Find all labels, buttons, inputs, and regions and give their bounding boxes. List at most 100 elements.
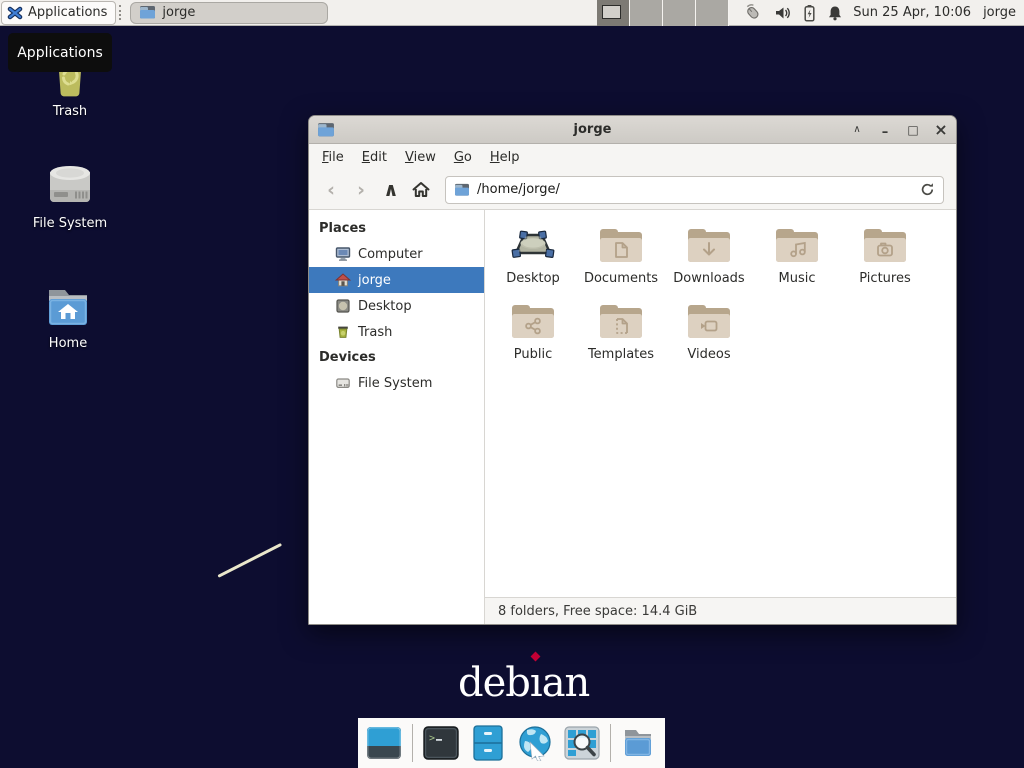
desktop-icon-label: File System: [15, 216, 125, 231]
sidebar-item-label: File System: [358, 376, 432, 391]
home-button[interactable]: [407, 176, 435, 204]
workspace-3[interactable]: [663, 0, 696, 26]
dock-separator: [412, 724, 413, 762]
home-folder-icon: [40, 282, 96, 332]
file-label: Music: [779, 271, 816, 286]
applications-menu-label: Applications: [28, 5, 107, 20]
sidebar-item-label: Desktop: [358, 299, 412, 314]
maximize-button[interactable]: □: [906, 123, 920, 137]
reload-icon[interactable]: [920, 182, 935, 197]
debian-letter-i: ı: [530, 660, 542, 706]
input-device-icon[interactable]: [743, 4, 763, 21]
workspace-switcher: [597, 0, 729, 26]
debian-text-1: deb: [458, 660, 530, 706]
applications-tooltip: Applications: [8, 33, 112, 72]
sidebar-item-jorge[interactable]: jorge: [309, 267, 484, 293]
applications-menu-button[interactable]: Applications: [1, 1, 116, 25]
menu-edit[interactable]: Edit: [353, 146, 396, 169]
file-public[interactable]: Public: [489, 300, 577, 362]
terminal-launcher[interactable]: >: [422, 724, 460, 762]
status-text: 8 folders, Free space: 14.4 GiB: [498, 604, 697, 619]
folder-icon: [621, 727, 657, 759]
menu-view[interactable]: View: [396, 146, 445, 169]
file-documents[interactable]: Documents: [577, 224, 665, 286]
home-icon: [411, 180, 431, 199]
volume-icon[interactable]: [774, 5, 792, 21]
file-label: Pictures: [859, 271, 910, 286]
panel-clock[interactable]: Sun 25 Apr, 10:06: [853, 5, 971, 20]
application-finder-launcher[interactable]: [563, 724, 601, 762]
file-label: Videos: [687, 347, 730, 362]
file-label: Documents: [584, 271, 658, 286]
file-videos[interactable]: Videos: [665, 300, 753, 362]
dock-separator: [610, 724, 611, 762]
workspace-1[interactable]: [597, 0, 630, 26]
file-cabinet-icon: [473, 725, 503, 761]
file-music[interactable]: Music: [753, 224, 841, 286]
hard-drive-icon: [335, 375, 351, 391]
app-finder-icon: [564, 726, 600, 760]
menu-file[interactable]: File: [313, 146, 353, 169]
show-desktop-button[interactable]: [365, 724, 403, 762]
debian-wordmark: debıan: [458, 660, 589, 706]
forward-button[interactable]: ›: [347, 176, 375, 204]
panel-handle[interactable]: [119, 5, 126, 20]
globe-browser-icon: [517, 725, 553, 761]
sidebar-header-places: Places: [309, 216, 484, 241]
xfce-logo-icon: [7, 5, 23, 21]
directory-menu-button[interactable]: [620, 724, 658, 762]
desktop-icon-home[interactable]: Home: [13, 282, 123, 351]
workspace-window-thumb: [602, 5, 621, 19]
file-desktop[interactable]: Desktop: [489, 224, 577, 286]
workspace-4[interactable]: [696, 0, 729, 26]
status-bar: 8 folders, Free space: 14.4 GiB: [485, 597, 956, 624]
desktop-icon-label: Home: [13, 336, 123, 351]
window-title: jorge: [335, 122, 850, 137]
workspace-2[interactable]: [630, 0, 663, 26]
battery-icon[interactable]: [803, 4, 816, 22]
bottom-dock: >: [358, 718, 665, 768]
sidebar-item-trash[interactable]: Trash: [309, 319, 484, 345]
path-bar[interactable]: /home/jorge/: [445, 176, 944, 204]
sidebar-item-label: jorge: [358, 273, 391, 288]
path-text[interactable]: /home/jorge/: [477, 182, 913, 197]
file-label: Public: [514, 347, 552, 362]
template-folder-icon: [597, 300, 645, 342]
desktop-stroke-artifact: [217, 543, 281, 577]
file-pictures[interactable]: Pictures: [841, 224, 929, 286]
desktop-icon-file-system[interactable]: File System: [15, 160, 125, 231]
sidebar-item-desktop[interactable]: Desktop: [309, 293, 484, 319]
trash-icon: [335, 324, 351, 340]
taskbar-window-button[interactable]: jorge: [130, 2, 328, 24]
menu-go[interactable]: Go: [445, 146, 481, 169]
svg-text:>: >: [429, 733, 435, 744]
web-browser-launcher[interactable]: [516, 724, 554, 762]
panel-user-menu[interactable]: jorge: [983, 5, 1016, 20]
desktop-icon-label: Trash: [15, 104, 125, 119]
sidebar-item-label: Trash: [358, 325, 392, 340]
menu-help[interactable]: Help: [481, 146, 529, 169]
file-label: Desktop: [506, 271, 560, 286]
sidebar-item-file-system[interactable]: File System: [309, 370, 484, 396]
sidebar-item-computer[interactable]: Computer: [309, 241, 484, 267]
close-button[interactable]: ×: [934, 120, 948, 139]
document-folder-icon: [597, 224, 645, 266]
file-templates[interactable]: Templates: [577, 300, 665, 362]
back-button[interactable]: ‹: [317, 176, 345, 204]
titlebar[interactable]: jorge ∧ – □ ×: [309, 116, 956, 144]
sidebar-header-devices: Devices: [309, 345, 484, 370]
music-folder-icon: [773, 224, 821, 266]
file-downloads[interactable]: Downloads: [665, 224, 753, 286]
home-icon: [335, 272, 351, 288]
minimize-button[interactable]: –: [878, 125, 892, 140]
top-panel: Applications jorge: [0, 0, 1024, 26]
sidebar: Places Computer jorge: [309, 210, 485, 624]
terminal-icon: >: [423, 726, 459, 760]
file-manager-launcher[interactable]: [469, 724, 507, 762]
up-button[interactable]: ∧: [377, 176, 405, 204]
computer-icon: [335, 246, 351, 262]
tooltip-text: Applications: [17, 45, 103, 61]
notifications-bell-icon[interactable]: [827, 5, 843, 21]
video-folder-icon: [685, 300, 733, 342]
shade-button[interactable]: ∧: [850, 124, 864, 135]
